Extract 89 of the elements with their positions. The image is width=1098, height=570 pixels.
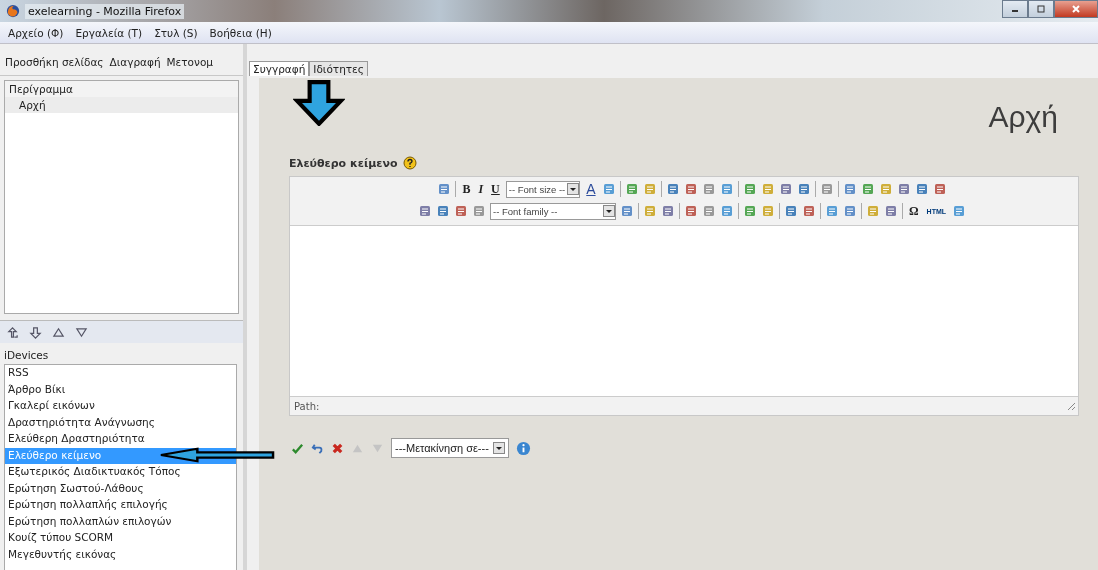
font-select[interactable]: -- Font size --	[505, 180, 581, 198]
format-button[interactable]: I	[476, 181, 486, 197]
tab[interactable]: Ιδιότητες	[309, 61, 368, 76]
outline-header: Περίγραμμα	[5, 81, 238, 97]
toolbar-icon[interactable]	[719, 204, 734, 218]
close-icon	[1071, 4, 1081, 14]
toolbar-icon[interactable]	[471, 204, 486, 218]
down-arrow-icon	[293, 80, 345, 126]
info-icon[interactable]	[515, 440, 531, 456]
toolbar-icon[interactable]	[683, 182, 698, 196]
idevice-item[interactable]: Άρθρο Βίκι	[5, 381, 236, 398]
toolbar-icon[interactable]	[665, 182, 680, 196]
format-button[interactable]: U	[489, 181, 502, 197]
idevice-item[interactable]: Μεγεθυντής εικόνας	[5, 546, 236, 563]
toolbar-icon[interactable]	[437, 182, 452, 196]
toolbar-button[interactable]: Μετονομ	[166, 55, 213, 68]
toolbar-icon[interactable]	[860, 182, 875, 196]
idevice-item[interactable]: Ελεύθερη Δραστηριότητα	[5, 431, 236, 448]
maximize-button[interactable]	[1028, 0, 1054, 18]
toolbar-icon[interactable]	[624, 182, 639, 196]
toolbar-icon[interactable]	[952, 204, 967, 218]
toolbar-icon[interactable]	[417, 204, 432, 218]
outline-item[interactable]: Αρχή	[5, 97, 238, 113]
toolbar-icon[interactable]	[719, 182, 734, 196]
toolbar-icon[interactable]	[878, 182, 893, 196]
toolbar-icon[interactable]	[824, 204, 839, 218]
idevice-item[interactable]: Κουίζ τύπου SCORM	[5, 530, 236, 547]
format-button[interactable]: B	[460, 181, 473, 197]
minimize-button[interactable]	[1002, 0, 1028, 18]
maximize-icon	[1036, 4, 1046, 14]
toolbar-icon[interactable]	[642, 182, 657, 196]
toolbar-icon[interactable]	[742, 204, 757, 218]
format-button[interactable]: A	[584, 181, 598, 197]
toolbar-icon[interactable]	[453, 204, 468, 218]
toolbar-icon[interactable]	[896, 182, 911, 196]
page-title: Αρχή	[988, 100, 1058, 134]
toolbar-button[interactable]: Διαγραφή	[109, 55, 161, 68]
toolbar-icon[interactable]	[601, 182, 616, 196]
toolbar-icon[interactable]	[783, 204, 798, 218]
menu-item[interactable]: Εργαλεία (Τ)	[75, 26, 143, 39]
idevice-label: Ελεύθερο κείμενο	[289, 156, 398, 170]
window-title: exelearning - Mozilla Firefox	[25, 3, 185, 19]
idevices-title: iDevices	[3, 348, 50, 363]
help-icon[interactable]	[403, 156, 418, 170]
path-label: Path:	[294, 400, 320, 412]
idevice-item[interactable]: Δραστηριότητα Ανάγνωσης	[5, 414, 236, 431]
toolbar-button[interactable]: Προσθήκη σελίδας	[5, 55, 104, 68]
checkmark-icon[interactable]	[291, 441, 304, 455]
toolbar-icon[interactable]	[660, 204, 675, 218]
menu-item[interactable]: Στυλ (S)	[154, 26, 198, 39]
idevice-item[interactable]: Γκαλερί εικόνων	[5, 398, 236, 415]
move-down-icon[interactable]	[75, 325, 88, 339]
toolbar-icon[interactable]	[742, 182, 757, 196]
toolbar-icon[interactable]	[932, 182, 947, 196]
toolbar-icon[interactable]	[883, 204, 898, 218]
toolbar-icon[interactable]	[701, 204, 716, 218]
move-up-icon[interactable]	[52, 325, 65, 339]
toolbar-icon[interactable]	[701, 182, 716, 196]
toolbar-icon[interactable]	[865, 204, 880, 218]
tab[interactable]: Συγγραφή	[249, 61, 310, 76]
demote-icon[interactable]	[29, 325, 42, 339]
move-to-select[interactable]: ---Μετακίνηση σε---	[391, 438, 509, 458]
toolbar-icon[interactable]	[819, 182, 834, 196]
toolbar-icon[interactable]	[760, 204, 775, 218]
idevice-item[interactable]: Ερώτηση πολλαπλών επιλογών	[5, 513, 236, 530]
toolbar-icon[interactable]	[796, 182, 811, 196]
toolbar-icon[interactable]	[914, 182, 929, 196]
toolbar-icon[interactable]	[760, 182, 775, 196]
idevice-item[interactable]: Εξωτερικός Διαδικτυακός Τόπος	[5, 464, 236, 481]
font-select[interactable]: -- Font family --	[489, 202, 616, 220]
toolbar-icon[interactable]	[642, 204, 657, 218]
toolbar-icon[interactable]	[435, 204, 450, 218]
left-arrow-icon	[158, 446, 276, 463]
menu-item[interactable]: Βοήθεια (Η)	[209, 26, 272, 39]
close-button[interactable]	[1054, 0, 1098, 18]
delete-icon[interactable]	[331, 441, 344, 455]
idevice-item[interactable]: Ερώτηση πολλαπλής επιλογής	[5, 497, 236, 514]
toolbar-icon[interactable]	[842, 204, 857, 218]
format-button[interactable]: Ω	[906, 203, 921, 219]
idevice-item[interactable]: RSS	[5, 365, 236, 382]
toolbar-icon[interactable]	[801, 204, 816, 218]
toolbar-icon[interactable]	[619, 204, 634, 218]
toolbar-icon[interactable]	[778, 182, 793, 196]
toolbar-icon[interactable]	[683, 204, 698, 218]
promote-icon[interactable]	[6, 325, 19, 339]
browser-icon	[6, 4, 20, 18]
menu-item[interactable]: Αρχείο (Φ)	[8, 26, 64, 39]
toolbar-icon[interactable]	[842, 182, 857, 196]
idevice-item[interactable]: Ερώτηση Σωστού-Λάθους	[5, 480, 236, 497]
